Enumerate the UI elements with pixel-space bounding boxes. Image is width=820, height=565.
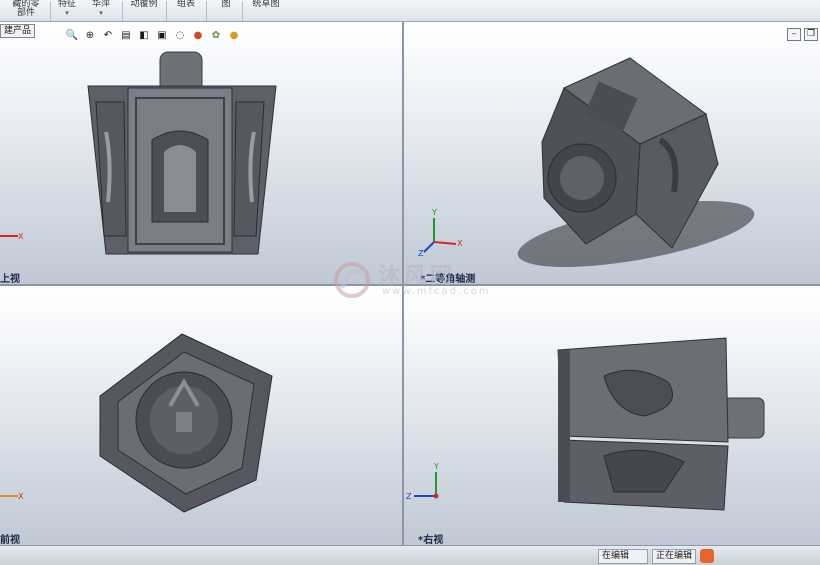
front-view-model: X	[0, 333, 273, 513]
ribbon-separator	[122, 1, 123, 21]
viewport-right-view[interactable]: Y Z *右视	[404, 286, 820, 545]
ribbon-item-pattern[interactable]: 华萍 ▾	[88, 0, 114, 22]
chevron-down-icon: ▾	[99, 9, 103, 17]
isometric-view-model: Y X Z	[418, 57, 755, 268]
watermark-logo-icon	[334, 262, 370, 298]
ribbon-item-features[interactable]: 特征 ▾	[54, 0, 80, 22]
axis-x-label: X	[18, 492, 24, 501]
right-view-model: Y Z	[406, 337, 765, 511]
axis-x-label: X	[457, 239, 463, 248]
ribbon-item-hidden-components[interactable]: 藏的零 部件	[4, 0, 48, 22]
ribbon-item-drawing[interactable]: 图	[216, 0, 236, 22]
status-editing: 在编辑	[598, 549, 648, 564]
status-editing-mode: 正在编辑	[652, 549, 696, 564]
viewport-top-view[interactable]: 建产品 🔍 ⊕ ↶ ▤ ◧ ▣ ◌ ● ✿ ● X 上视	[0, 22, 402, 284]
ribbon-item-sketch[interactable]: 统草图	[246, 0, 286, 22]
view-label-front: 前视	[0, 535, 20, 545]
axis-z-label: Z	[406, 492, 412, 501]
watermark: 沐风网 www.mfcad.com	[330, 258, 500, 304]
view-label-top: 上视	[0, 274, 20, 284]
axis-y-label: Y	[431, 208, 437, 217]
top-view-model: X	[0, 51, 277, 255]
watermark-url: www.mfcad.com	[382, 286, 491, 297]
command-manager-ribbon: 藏的零 部件 特征 ▾ 华萍 ▾ 动覆例 组表 图 统草图	[0, 0, 820, 22]
status-bar: 在编辑 正在编辑	[0, 545, 820, 565]
axis-z-label: Z	[418, 249, 424, 258]
chevron-down-icon: ▾	[65, 9, 69, 17]
viewport-front-view[interactable]: X 前视	[0, 286, 402, 545]
app-status-icon[interactable]	[700, 549, 714, 563]
ribbon-separator	[50, 1, 51, 21]
view-label-right: *右视	[418, 535, 444, 545]
ribbon-item-bom[interactable]: 组表	[170, 0, 202, 22]
axis-y-label: Y	[433, 462, 439, 471]
ribbon-separator	[242, 1, 243, 21]
ribbon-separator	[166, 1, 167, 21]
axis-x-label: X	[18, 232, 24, 241]
ribbon-item-animation[interactable]: 动覆例	[126, 0, 162, 22]
ribbon-separator	[206, 1, 207, 21]
viewport-isometric-view[interactable]: – ❐ Y X Z *二等角轴测	[404, 22, 820, 284]
